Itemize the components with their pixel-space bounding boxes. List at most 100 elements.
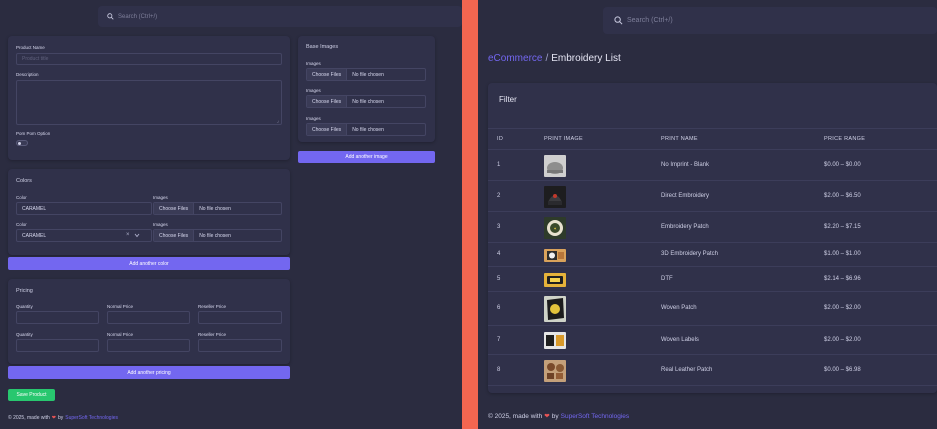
cell-price-range: $0.00 – $6.98 (824, 366, 861, 373)
cell-price-range: $2.00 – $2.00 (824, 336, 861, 343)
description-label: Description (16, 72, 39, 77)
pom-pom-toggle[interactable] (16, 140, 28, 146)
base-image-file-input[interactable]: Choose Files No file chosen (306, 68, 426, 81)
file-name: No file chosen (352, 71, 384, 78)
search-icon (107, 13, 114, 20)
quantity-label: Quantity (16, 332, 33, 337)
print-image-thumbnail[interactable]: ✶ (544, 216, 566, 239)
footer-text: © 2025, made with (8, 415, 50, 421)
search-icon (614, 16, 623, 25)
cell-id: 4 (497, 251, 501, 257)
normal-price-label: Normal Price (107, 332, 134, 337)
base-images-card: Base Images Images Choose Files No file … (298, 36, 435, 142)
footer-by: by (551, 412, 559, 420)
cell-print-name: Real Leather Patch (661, 366, 713, 373)
print-image-thumbnail[interactable] (544, 332, 566, 349)
table-row[interactable]: 7 Woven Labels $2.00 – $2.00 (488, 326, 937, 355)
cell-id: 8 (497, 366, 501, 373)
chevron-down-icon[interactable] (134, 233, 140, 238)
search-placeholder: Search (Ctrl+/) (118, 13, 158, 20)
column-header-print-name[interactable]: PRINT NAME (661, 136, 698, 142)
print-image-thumbnail[interactable] (544, 185, 566, 208)
product-name-input[interactable]: Product title (16, 53, 282, 65)
reseller-price-input[interactable] (198, 339, 282, 352)
choose-files-button[interactable]: Choose Files (307, 69, 348, 80)
search-input[interactable]: Search (Ctrl+/) (603, 7, 937, 34)
cell-id: 1 (497, 161, 501, 168)
column-header-print-image[interactable]: PRINT IMAGE (544, 136, 583, 142)
color-input[interactable]: CARAMEL (16, 202, 152, 215)
cell-print-name: 3D Embroidery Patch (661, 251, 719, 257)
cell-price-range: $2.14 – $6.96 (824, 275, 861, 282)
color-select[interactable]: CARAMEL (16, 229, 152, 242)
base-image-file-input[interactable]: Choose Files No file chosen (306, 123, 426, 136)
color-images-label: Images (153, 222, 168, 227)
cell-print-name: Direct Embroidery (661, 192, 710, 199)
cell-price-range: $2.20 – $7.15 (824, 223, 861, 230)
print-image-thumbnail[interactable] (544, 248, 566, 262)
table-row[interactable]: 3 ✶ Embroidery Patch $2.20 – $7.15 (488, 212, 937, 243)
quantity-input[interactable] (16, 311, 99, 324)
footer-brand-link[interactable]: SuperSoft Technologies (561, 413, 630, 420)
print-image-thumbnail[interactable] (544, 296, 566, 322)
print-image-thumbnail[interactable] (544, 359, 566, 382)
search-placeholder: Search (Ctrl+/) (627, 17, 673, 24)
embroidery-table-card: Filter ID PRINT IMAGE PRINT NAME PRICE R… (488, 83, 937, 393)
cell-price-range: $1.00 – $1.00 (824, 251, 861, 257)
print-image-thumbnail[interactable] (544, 154, 566, 177)
quantity-input[interactable] (16, 339, 99, 352)
cell-id: 6 (497, 305, 501, 311)
choose-files-button[interactable]: Choose Files (154, 203, 195, 214)
footer-text: © 2025, made with (488, 412, 543, 420)
colors-card: Colors Color CARAMEL Images Choose Files… (8, 169, 290, 255)
cell-price-range: $2.00 – $6.50 (824, 192, 861, 199)
file-name: No file chosen (352, 126, 384, 133)
normal-price-input[interactable] (107, 339, 190, 352)
table-row[interactable]: 4 3D Embroidery Patch $1.00 – $1.00 (488, 243, 937, 267)
reseller-price-label: Reseller Price (198, 304, 227, 309)
file-name: No file chosen (352, 98, 384, 105)
color-image-file-input[interactable]: Choose Files No file chosen (153, 202, 282, 215)
reseller-price-label: Reseller Price (198, 332, 227, 337)
search-input[interactable]: Search (Ctrl+/) (98, 6, 462, 27)
base-image-file-input[interactable]: Choose Files No file chosen (306, 95, 426, 108)
column-header-id[interactable]: ID (497, 136, 503, 142)
file-name: No file chosen (199, 232, 231, 239)
pricing-title: Pricing (16, 288, 33, 294)
breadcrumb-parent-link[interactable]: eCommerce (488, 53, 542, 64)
choose-files-button[interactable]: Choose Files (307, 124, 348, 135)
table-row[interactable]: 5 DTF $2.14 – $6.96 (488, 267, 937, 292)
description-textarea[interactable]: ⌟ (16, 80, 282, 125)
print-image-thumbnail[interactable] (544, 272, 566, 287)
cell-price-range: $2.00 – $2.00 (824, 305, 861, 311)
breadcrumb: eCommerce / Embroidery List (488, 53, 621, 64)
base-images-title: Base Images (306, 44, 339, 50)
choose-files-button[interactable]: Choose Files (307, 96, 348, 107)
cell-id: 2 (497, 192, 501, 199)
add-color-button[interactable]: Add another color (8, 257, 290, 270)
cell-id: 5 (497, 275, 501, 282)
table-row[interactable]: 1 No Imprint - Blank $0.00 – $0.00 (488, 150, 937, 181)
product-form-pane: Search (Ctrl+/) Product Name Product tit… (0, 0, 462, 429)
clear-icon[interactable]: × (126, 232, 130, 238)
table-row[interactable]: 6 Woven Patch $2.00 – $2.00 (488, 292, 937, 326)
pricing-card: Pricing Quantity Normal Price Reseller P… (8, 279, 290, 364)
table-row[interactable]: 8 Real Leather Patch $0.00 – $6.98 (488, 355, 937, 386)
color-image-file-input[interactable]: Choose Files No file chosen (153, 229, 282, 242)
table-row[interactable]: 2 Direct Embroidery $2.00 – $6.50 (488, 181, 937, 212)
column-header-price-range[interactable]: PRICE RANGE (824, 136, 865, 142)
footer-brand-link[interactable]: SuperSoft Technologies (65, 415, 118, 421)
choose-files-button[interactable]: Choose Files (154, 230, 195, 241)
add-image-button[interactable]: Add another image (298, 151, 435, 163)
breadcrumb-separator: / (545, 53, 549, 64)
quantity-label: Quantity (16, 304, 33, 309)
reseller-price-input[interactable] (198, 311, 282, 324)
color-label: Color (16, 222, 27, 227)
normal-price-label: Normal Price (107, 304, 134, 309)
normal-price-input[interactable] (107, 311, 190, 324)
add-pricing-button[interactable]: Add another pricing (8, 366, 290, 379)
cell-id: 7 (497, 336, 501, 343)
color-images-label: Images (153, 195, 168, 200)
save-product-button[interactable]: Save Product (8, 389, 55, 401)
resize-handle-icon: ⌟ (276, 118, 279, 124)
